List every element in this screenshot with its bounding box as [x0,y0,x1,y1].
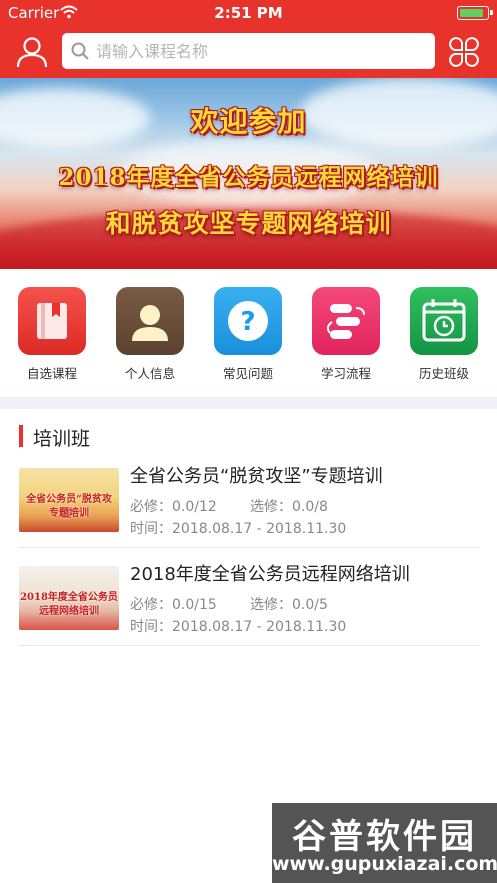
watermark-title: 谷普软件园 [292,817,477,857]
quick-item-label: 个人信息 [124,366,175,381]
elective-credits: 选修：0.0/5 [250,597,328,613]
quick-item-elective-courses[interactable]: 自选课程 [7,287,97,382]
watermark: 谷普软件园 www.gupuxiazai.com [272,803,497,883]
quick-item-label: 学习流程 [320,366,371,381]
quick-item-faq[interactable]: ? 常见问题 [203,287,293,382]
course-progress: 必修：0.0/15 选修：0.0/5 [130,594,328,614]
grid-icon [449,37,479,67]
course-item[interactable]: 全省公务员“脱贫攻坚” 专题培训 全省公务员“脱贫攻坚”专题培训 必修：0.0/… [19,450,480,548]
question-icon: ? [214,287,282,355]
search-box[interactable] [62,33,435,69]
course-title: 2018年度全省公务员远程网络培训 [130,564,410,585]
quick-item-history-classes[interactable]: 历史班级 [399,287,489,382]
promo-banner[interactable]: 欢迎参加 2018年度全省公务员远程网络培训 和脱贫攻坚专题网络培训 [0,78,497,269]
status-bar: Carrier 2:51 PM [0,0,497,26]
course-thumbnail: 全省公务员“脱贫攻坚” 专题培训 [19,468,119,532]
nav-bar [0,26,497,78]
course-date: 时间：2018.08.17 - 2018.11.30 [130,619,347,635]
banner-subheading-1: 2018年度全省公务员远程网络培训 [58,164,439,191]
section-divider [0,397,497,409]
required-credits: 必修：0.0/15 [130,597,217,613]
course-date: 时间：2018.08.17 - 2018.11.30 [130,521,347,537]
user-profile-button[interactable] [14,34,50,70]
watermark-url: www.gupuxiazai.com [272,853,497,875]
calendar-clock-icon [410,287,478,355]
book-icon [18,287,86,355]
quick-item-label: 历史班级 [418,366,469,381]
quick-menu: 自选课程 个人信息 ? 常见问题 学习流程 历史班级 [0,269,497,397]
battery-icon [457,6,493,20]
section-accent-bar [19,425,23,447]
required-credits: 必修：0.0/12 [130,499,217,515]
search-input[interactable] [96,33,426,69]
course-title: 全省公务员“脱贫攻坚”专题培训 [130,466,383,487]
quick-item-study-process[interactable]: 学习流程 [301,287,391,382]
section-title: 培训班 [33,428,91,450]
user-icon [16,37,48,68]
process-icon [312,287,380,355]
banner-subheading-2: 和脱贫攻坚专题网络培训 [105,209,392,238]
banner-heading: 欢迎参加 [190,105,307,138]
quick-item-label: 自选课程 [26,366,77,381]
elective-credits: 选修：0.0/8 [250,499,328,515]
battery-level [460,9,484,17]
clock: 2:51 PM [214,4,283,22]
person-icon [116,287,184,355]
course-thumbnail: 2018年度全省公务员 远程网络培训 [19,566,119,630]
search-icon [71,42,89,64]
course-progress: 必修：0.0/12 选修：0.0/8 [130,496,328,516]
quick-item-personal-info[interactable]: 个人信息 [105,287,195,382]
course-item[interactable]: 2018年度全省公务员 远程网络培训 2018年度全省公务员远程网络培训 必修：… [19,548,480,646]
quick-item-label: 常见问题 [222,366,273,381]
apps-menu-button[interactable] [447,35,481,69]
svg-text:?: ? [240,307,255,337]
